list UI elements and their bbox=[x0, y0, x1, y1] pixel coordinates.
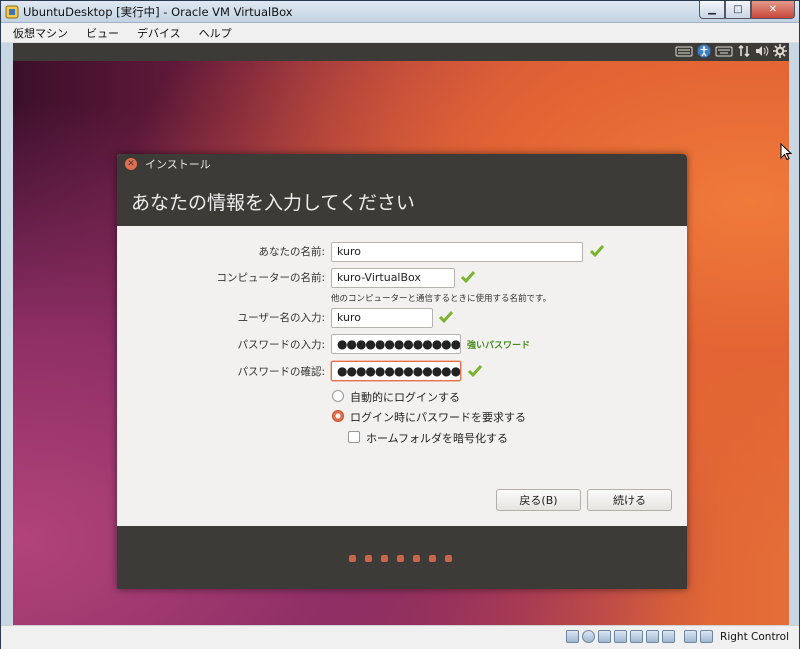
progress-indicator bbox=[349, 555, 452, 562]
computer-name-field[interactable]: kuro-VirtualBox bbox=[331, 268, 455, 288]
progress-dot bbox=[397, 555, 404, 562]
auto-login-label[interactable]: 自動的にログインする bbox=[350, 389, 460, 405]
username-field[interactable]: kuro bbox=[331, 308, 433, 328]
maximize-button[interactable]: □ bbox=[725, 1, 751, 19]
dialog-titlebar[interactable]: ✕ インストール bbox=[117, 154, 687, 174]
dialog-footer bbox=[117, 526, 687, 589]
statusbar-icons: Right Control bbox=[566, 630, 789, 643]
password-strength: 強いパスワード bbox=[467, 341, 531, 351]
window-title: UbuntuDesktop [実行中] - Oracle VM VirtualB… bbox=[23, 5, 293, 19]
menu-help[interactable]: ヘルプ bbox=[199, 25, 232, 41]
check-icon bbox=[460, 271, 476, 284]
menu-view[interactable]: ビュー bbox=[86, 25, 119, 41]
installer-dialog: ✕ インストール あなたの情報を入力してください あなたの名前: kuro コン… bbox=[117, 154, 687, 589]
display-icon[interactable] bbox=[646, 630, 660, 643]
ubuntu-top-panel bbox=[13, 43, 789, 61]
dialog-title: インストール bbox=[145, 158, 211, 171]
progress-dot bbox=[381, 555, 388, 562]
host-key-arrow-icon[interactable] bbox=[700, 630, 714, 643]
continue-button[interactable]: 続ける bbox=[587, 489, 672, 511]
name-field[interactable]: kuro bbox=[331, 242, 583, 262]
check-icon bbox=[438, 311, 454, 324]
accessibility-icon[interactable] bbox=[697, 44, 711, 58]
name-label: あなたの名前: bbox=[258, 246, 325, 258]
progress-dot bbox=[429, 555, 436, 562]
indicator-tray bbox=[675, 44, 787, 58]
check-icon bbox=[589, 245, 605, 258]
vm-statusbar: Right Control bbox=[1, 625, 799, 649]
confirm-password-label: パスワードの確認: bbox=[237, 366, 325, 378]
keyboard-icon[interactable] bbox=[675, 45, 693, 57]
window-titlebar[interactable]: UbuntuDesktop [実行中] - Oracle VM VirtualB… bbox=[1, 1, 799, 23]
virtualbox-window: UbuntuDesktop [実行中] - Oracle VM VirtualB… bbox=[0, 0, 800, 649]
check-icon bbox=[467, 365, 483, 378]
dialog-header: あなたの情報を入力してください bbox=[117, 174, 687, 226]
network-adapter-icon[interactable] bbox=[614, 630, 628, 643]
password-label: パスワードの入力: bbox=[237, 339, 325, 351]
menu-machine[interactable]: 仮想マシン bbox=[13, 25, 68, 41]
menu-devices[interactable]: デバイス bbox=[137, 25, 181, 41]
require-password-radio[interactable] bbox=[332, 410, 344, 422]
encrypt-home-label[interactable]: ホームフォルダを暗号化する bbox=[366, 430, 508, 446]
progress-dot bbox=[349, 555, 356, 562]
password-field[interactable]: ●●●●●●●●●●●●●● bbox=[331, 334, 461, 354]
mouse-cursor-icon bbox=[780, 143, 792, 161]
auto-login-radio[interactable] bbox=[332, 390, 344, 402]
confirm-password-field[interactable]: ●●●●●●●●●●●●●● bbox=[331, 361, 461, 381]
minimize-button[interactable]: ▁ bbox=[699, 1, 725, 19]
dialog-heading: あなたの情報を入力してください bbox=[131, 192, 415, 214]
back-button[interactable]: 戻る(B) bbox=[496, 489, 581, 511]
dialog-body: あなたの名前: kuro コンピューターの名前: kuro-VirtualBox… bbox=[117, 226, 687, 526]
computer-name-label: コンピューターの名前: bbox=[216, 272, 325, 284]
progress-dot bbox=[413, 555, 420, 562]
optical-drive-icon[interactable] bbox=[582, 630, 596, 643]
window-controls: ▁ □ ✕ bbox=[699, 1, 795, 20]
volume-icon[interactable] bbox=[755, 45, 769, 57]
shared-folders-icon[interactable] bbox=[630, 630, 644, 643]
keyboard-layout-icon[interactable] bbox=[715, 45, 733, 57]
mouse-integration-icon[interactable] bbox=[684, 630, 698, 643]
close-button[interactable]: ✕ bbox=[751, 1, 795, 19]
encrypt-home-checkbox[interactable] bbox=[348, 431, 360, 443]
progress-dot bbox=[445, 555, 452, 562]
username-label: ユーザー名の入力: bbox=[237, 312, 325, 324]
settings-gear-icon[interactable] bbox=[773, 44, 787, 58]
require-password-label[interactable]: ログイン時にパスワードを要求する bbox=[350, 409, 526, 425]
computer-name-hint: 他のコンピューターと通信するときに使用する名前です。 bbox=[331, 294, 552, 304]
network-icon[interactable] bbox=[737, 44, 751, 58]
dialog-close-icon[interactable]: ✕ bbox=[125, 158, 137, 170]
virtualbox-app-icon bbox=[5, 5, 19, 19]
hard-disk-icon[interactable] bbox=[566, 630, 580, 643]
menubar: 仮想マシン ビュー デバイス ヘルプ bbox=[1, 23, 799, 43]
video-capture-icon[interactable] bbox=[662, 630, 676, 643]
progress-dot bbox=[365, 555, 372, 562]
guest-display[interactable]: ✕ インストール あなたの情報を入力してください あなたの名前: kuro コン… bbox=[13, 43, 792, 625]
ubuntu-desktop-background: ✕ インストール あなたの情報を入力してください あなたの名前: kuro コン… bbox=[13, 61, 792, 625]
host-key-label: Right Control bbox=[720, 630, 789, 643]
usb-icon[interactable] bbox=[598, 630, 612, 643]
